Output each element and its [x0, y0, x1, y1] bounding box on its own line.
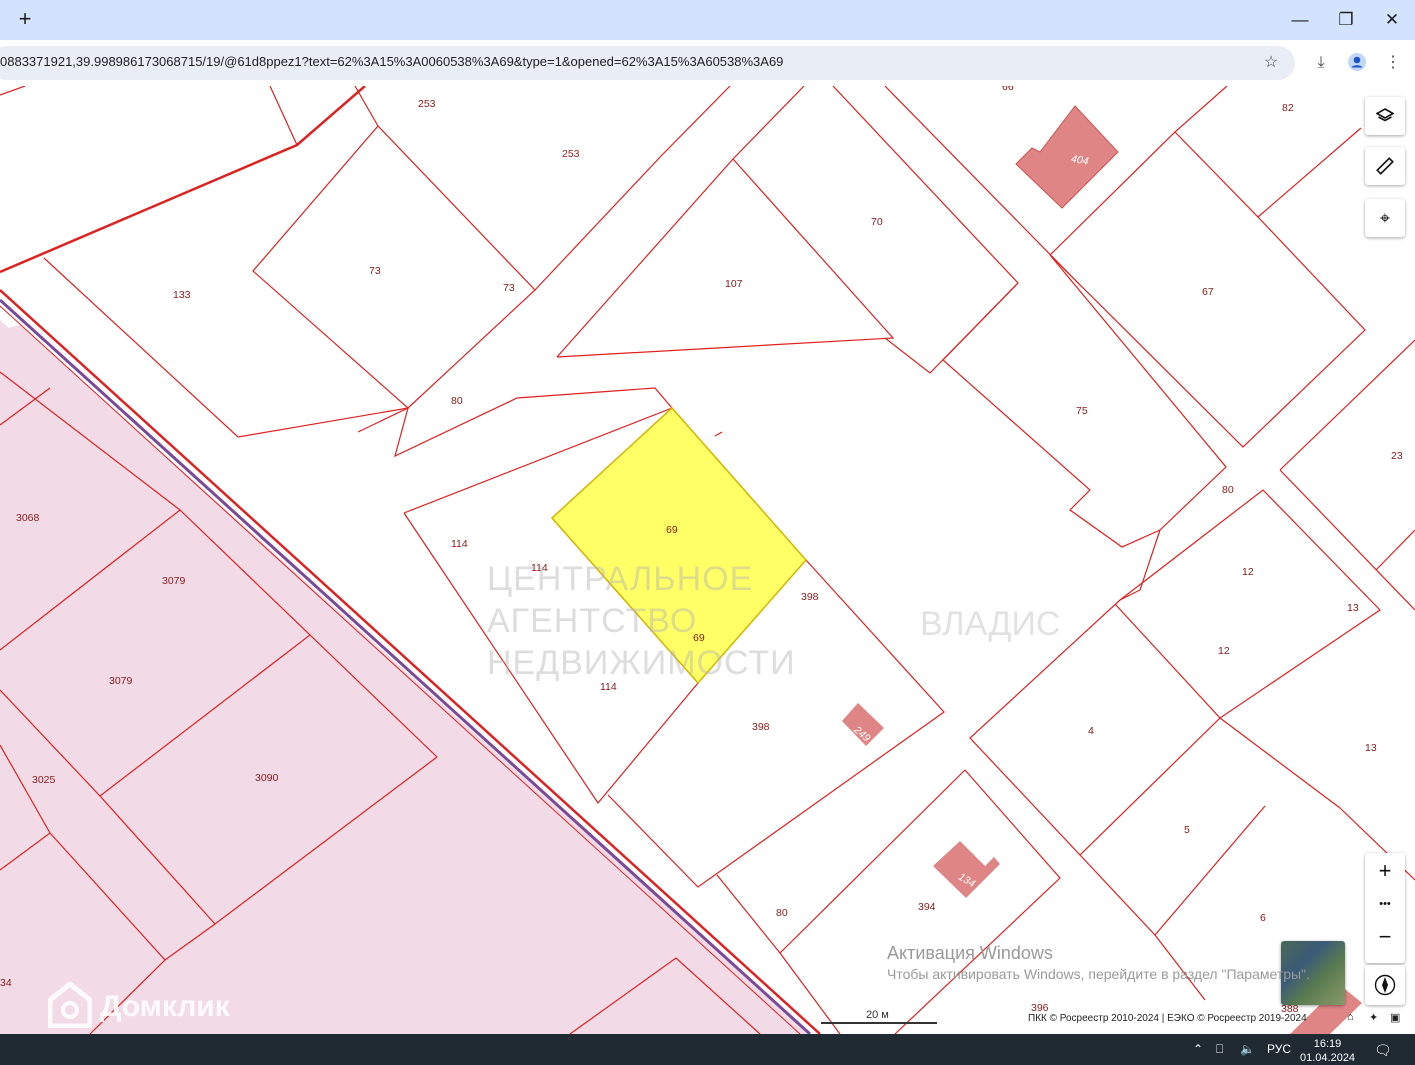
upper-boundary	[0, 86, 366, 274]
vladis-watermark: ВЛАДИС	[920, 605, 1061, 643]
address-bar[interactable]: 0883371921,39.998986173068715/19/@61d8pp…	[0, 46, 1295, 80]
label-253a: 253	[418, 98, 436, 110]
label-6: 6	[1260, 912, 1266, 924]
download-icon[interactable]: ⤓	[1310, 52, 1332, 74]
cadastral-map[interactable]: 253 253 133 73 73 80 107 70 66 82 67 75 …	[0, 86, 1415, 1034]
label-80c: 80	[776, 907, 788, 919]
label-3079a: 3079	[162, 575, 186, 587]
clock-time: 16:19	[1313, 1038, 1342, 1050]
menu-icon[interactable]: ⋮	[1382, 52, 1404, 74]
domclick-watermark: Домклик	[100, 990, 230, 1023]
ruler-icon[interactable]	[1365, 147, 1405, 185]
scale-bar	[821, 1022, 937, 1024]
layers-icon[interactable]	[1365, 97, 1405, 135]
more-icon[interactable]: •••	[1365, 889, 1405, 919]
scale-label: 20 м	[866, 1009, 889, 1021]
profile-icon[interactable]	[1346, 52, 1368, 74]
label-3079b: 3079	[109, 675, 133, 687]
label-394: 394	[918, 901, 936, 913]
notifications-icon[interactable]: 🗨	[1374, 1042, 1392, 1059]
label-82: 82	[1282, 102, 1294, 114]
windows-taskbar: ⌃ ⎕ 🔈 РУС 16:19 01.04.2024 🗨	[0, 1034, 1415, 1065]
zoom-in-icon[interactable]: +	[1365, 853, 1405, 889]
home-icon[interactable]: ⌂	[1347, 1011, 1354, 1023]
label-12a: 12	[1242, 566, 1254, 578]
label-5: 5	[1184, 824, 1190, 836]
tab-bar: + — ❐ ✕	[0, 0, 1415, 40]
address-toolbar: 0883371921,39.998986173068715/19/@61d8pp…	[0, 40, 1415, 86]
language-indicator[interactable]: РУС	[1267, 1042, 1291, 1056]
minimize-icon[interactable]: —	[1286, 8, 1314, 32]
network-icon[interactable]: ⎕	[1216, 1042, 1223, 1057]
clock[interactable]: 16:19 01.04.2024	[1300, 1037, 1355, 1065]
label-12b: 12	[1218, 645, 1230, 657]
clock-date: 01.04.2024	[1300, 1052, 1356, 1064]
fullscreen-icon[interactable]: ▣	[1390, 1011, 1400, 1024]
windows-activation-text: Чтобы активировать Windows, перейдите в …	[887, 966, 1310, 982]
label-67: 67	[1202, 286, 1214, 298]
label-75: 75	[1076, 405, 1088, 417]
building-404	[1015, 105, 1119, 209]
label-3025: 3025	[32, 774, 56, 786]
label-13b: 13	[1365, 742, 1377, 754]
label-114a: 114	[451, 538, 468, 550]
zoom-out-icon[interactable]: −	[1365, 919, 1405, 955]
label-3068: 3068	[16, 512, 40, 524]
label-80a: 80	[451, 395, 463, 407]
new-tab-button[interactable]: +	[14, 8, 36, 30]
copyright-text: ПКК © Росреестр 2010-2024 | ЕЭКО © Росре…	[1028, 1013, 1307, 1024]
building-134	[933, 841, 1000, 898]
tray-chevron-icon[interactable]: ⌃	[1193, 1042, 1203, 1056]
windows-activation-title: Активация Windows	[887, 943, 1053, 963]
label-69a: 69	[666, 524, 678, 536]
restore-icon[interactable]: ❐	[1332, 8, 1360, 32]
label-66: 66	[1002, 86, 1014, 93]
locate-icon[interactable]: ⌖	[1365, 199, 1405, 237]
zoom-controls: + ••• −	[1365, 853, 1405, 963]
bookmark-star-icon[interactable]: ☆	[1260, 52, 1282, 74]
volume-icon[interactable]: 🔈	[1240, 1042, 1255, 1056]
label-34: 34	[0, 977, 12, 989]
label-23: 23	[1391, 450, 1403, 462]
label-253b: 253	[562, 148, 580, 160]
label-107: 107	[725, 278, 743, 290]
compass-icon[interactable]	[1365, 965, 1405, 1005]
label-133: 133	[173, 289, 191, 301]
url-text[interactable]: 0883371921,39.998986173068715/19/@61d8pp…	[0, 54, 783, 69]
label-4: 4	[1088, 725, 1094, 737]
agency-watermark: ЦЕНТРАЛЬНОЕ АГЕНТСТВО НЕДВИЖИМОСТИ	[487, 560, 796, 682]
label-3090: 3090	[255, 772, 279, 784]
label-80b: 80	[1222, 484, 1234, 496]
label-398b: 398	[752, 721, 770, 733]
label-13a: 13	[1347, 602, 1359, 614]
label-398a: 398	[801, 591, 819, 603]
domclick-logo	[48, 982, 92, 1028]
label-73a: 73	[369, 265, 381, 277]
label-70: 70	[871, 216, 883, 228]
mini-locate-icon[interactable]: ✦	[1369, 1011, 1378, 1024]
label-73b: 73	[503, 282, 515, 294]
close-icon[interactable]: ✕	[1378, 8, 1406, 32]
